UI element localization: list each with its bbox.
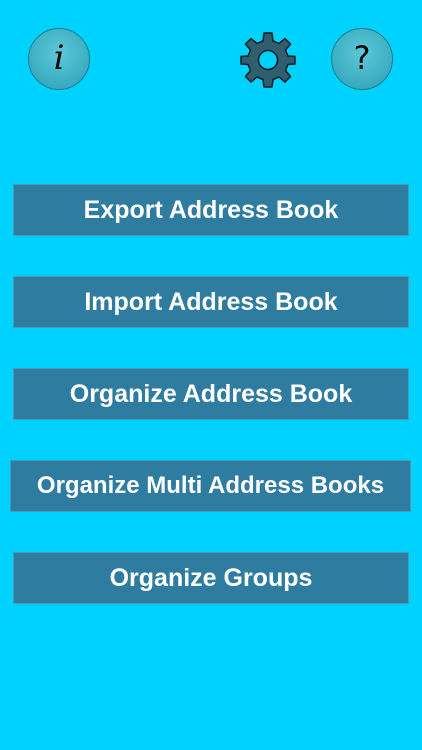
organize-multi-address-books-button[interactable]: Organize Multi Address Books bbox=[10, 460, 411, 512]
info-icon: i bbox=[53, 38, 65, 78]
info-button[interactable]: i bbox=[28, 28, 90, 90]
help-button[interactable]: ? bbox=[331, 28, 393, 90]
export-address-book-button[interactable]: Export Address Book bbox=[13, 184, 409, 236]
settings-button[interactable] bbox=[239, 31, 297, 89]
gear-icon bbox=[240, 32, 296, 88]
organize-address-book-button[interactable]: Organize Address Book bbox=[13, 368, 409, 420]
import-address-book-button[interactable]: Import Address Book bbox=[13, 276, 409, 328]
organize-groups-button[interactable]: Organize Groups bbox=[13, 552, 409, 604]
question-icon: ? bbox=[353, 39, 371, 77]
